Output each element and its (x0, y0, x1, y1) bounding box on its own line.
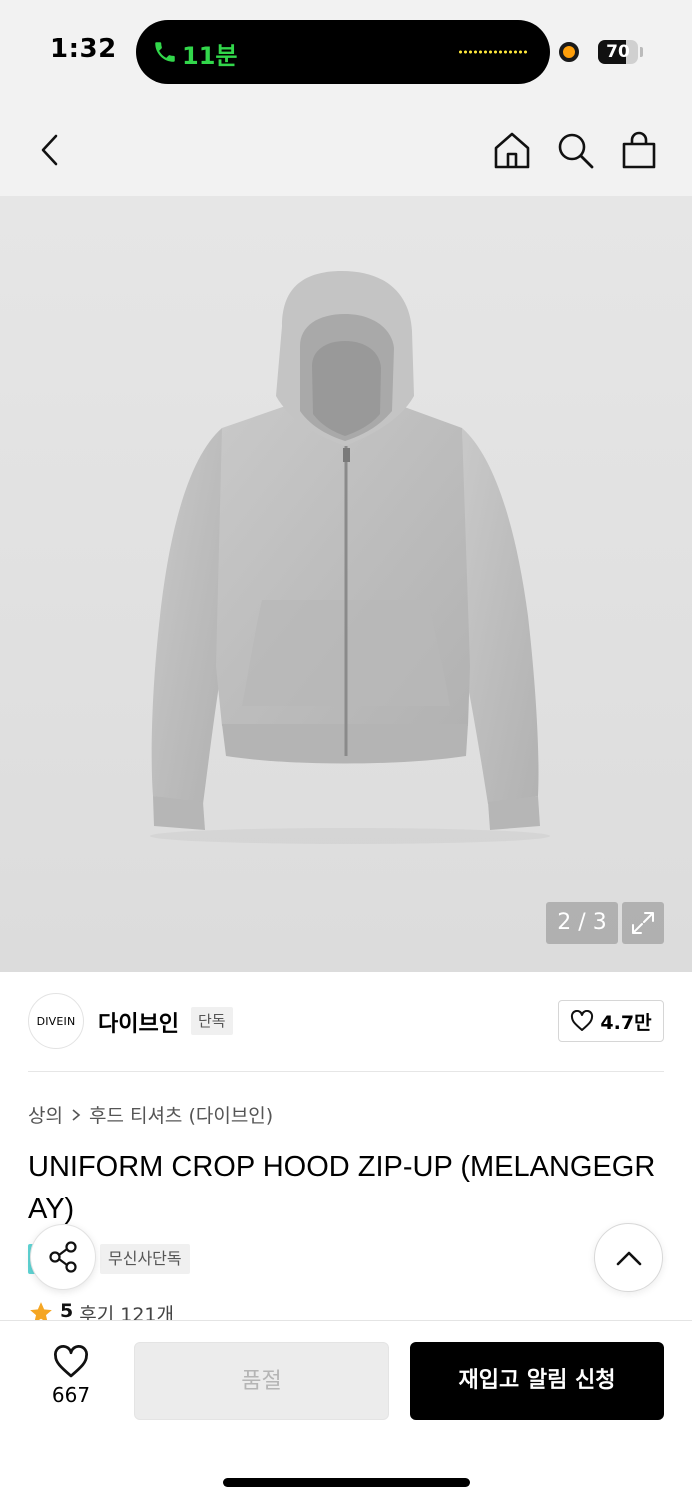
top-nav (0, 104, 692, 196)
brand-like-count: 4.7만 (600, 1011, 652, 1034)
expand-icon (632, 912, 654, 934)
home-button[interactable] (488, 126, 536, 174)
scroll-to-top-button[interactable] (594, 1223, 663, 1292)
wishlist-count: 667 (51, 1383, 91, 1407)
divider (28, 1071, 664, 1072)
breadcrumb: 상의 후드 티셔츠 (다이브인) (28, 1101, 273, 1128)
call-duration: 11분 (182, 42, 238, 70)
product-title: UNIFORM CROP HOOD ZIP-UP (MELANGEGRAY) (28, 1151, 656, 1225)
heart-icon (571, 1010, 594, 1031)
audio-waveform-icon (458, 48, 528, 56)
chevron-up-icon (616, 1251, 641, 1265)
battery-icon: 70 (598, 40, 638, 64)
share-button[interactable] (30, 1224, 96, 1290)
search-icon (558, 133, 594, 169)
brand-like-button[interactable]: 4.7만 (558, 1000, 664, 1042)
wishlist-button[interactable]: 667 (36, 1345, 106, 1411)
product-image[interactable]: 2 / 3 (0, 196, 692, 972)
breadcrumb-subcategory[interactable]: 후드 티셔츠 (다이브인) (89, 1101, 273, 1128)
heart-icon (54, 1345, 88, 1378)
back-button[interactable] (26, 126, 74, 174)
status-bar: 1:32 11분 70 (0, 0, 692, 104)
home-indicator[interactable] (223, 1478, 470, 1487)
search-button[interactable] (551, 126, 599, 174)
battery-level: 70 (606, 42, 630, 62)
expand-image-button[interactable] (622, 902, 664, 944)
dynamic-island[interactable]: 11분 (136, 20, 550, 84)
musinsa-exclusive-tag: 무신사단독 (100, 1244, 190, 1274)
battery-cap (640, 47, 643, 57)
home-icon (494, 132, 530, 169)
exclusive-badge: 단독 (191, 1007, 233, 1035)
cart-button[interactable] (615, 126, 663, 174)
phone-icon (155, 42, 175, 62)
recording-indicator-icon (559, 42, 579, 62)
chevron-right-icon (72, 1108, 81, 1121)
share-icon (49, 1241, 77, 1273)
brand-row: DIVEIN 다이브인 단독 4.7만 (0, 972, 692, 1072)
status-time: 1:32 (50, 34, 117, 64)
brand-logo[interactable]: DIVEIN (28, 993, 84, 1049)
bottom-action-bar: 667 품절 재입고 알림 신청 (0, 1320, 692, 1500)
soldout-button[interactable]: 품절 (134, 1342, 389, 1420)
rating-score: 5 (60, 1300, 74, 1322)
bag-icon (622, 131, 656, 169)
brand-name[interactable]: 다이브인 (98, 1006, 179, 1038)
restock-alert-button[interactable]: 재입고 알림 신청 (410, 1342, 664, 1420)
gallery-page-indicator: 2 / 3 (546, 902, 618, 944)
breadcrumb-category[interactable]: 상의 (28, 1101, 63, 1128)
hoodie-image (150, 271, 550, 844)
back-icon (41, 134, 58, 166)
